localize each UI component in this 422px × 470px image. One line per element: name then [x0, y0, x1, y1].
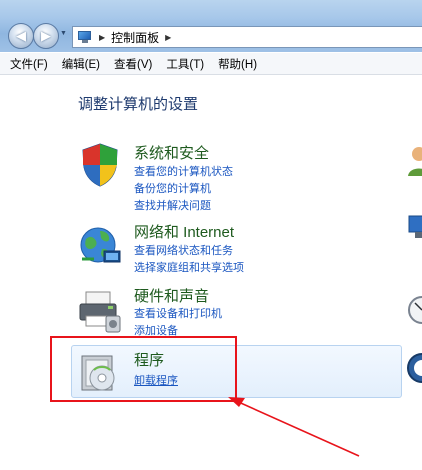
link-devices-printers[interactable]: 查看设备和打印机: [134, 305, 222, 321]
network-globe-icon[interactable]: [76, 221, 124, 269]
back-button[interactable]: ◀: [8, 23, 34, 49]
category-title-system-security[interactable]: 系统和安全: [134, 142, 209, 163]
menu-edit[interactable]: 编辑(E): [55, 56, 107, 72]
link-troubleshoot[interactable]: 查找并解决问题: [134, 197, 211, 213]
menu-file[interactable]: 文件(F): [0, 56, 55, 72]
back-arrow-icon: ◀: [16, 28, 26, 43]
ease-of-access-icon[interactable]: [405, 350, 422, 390]
menu-view[interactable]: 查看(V): [107, 56, 159, 72]
appearance-monitor-icon[interactable]: [405, 212, 422, 252]
annotation-highlight-rectangle: [50, 336, 237, 402]
page-heading: 调整计算机的设置: [78, 96, 199, 113]
breadcrumb-control-panel[interactable]: 控制面板: [111, 29, 159, 46]
menu-bar: 文件(F) 编辑(E) 查看(V) 工具(T) 帮助(H): [0, 53, 422, 75]
forward-button[interactable]: ▶: [33, 23, 59, 49]
breadcrumb-chevron-icon[interactable]: ▶: [165, 33, 171, 42]
category-title-hardware-sound[interactable]: 硬件和声音: [134, 285, 209, 306]
link-backup-computer[interactable]: 备份您的计算机: [134, 180, 211, 196]
link-homegroup-sharing[interactable]: 选择家庭组和共享选项: [134, 259, 244, 275]
link-view-computer-status[interactable]: 查看您的计算机状态: [134, 163, 233, 179]
recent-pages-dropdown-icon[interactable]: ▼: [60, 30, 68, 40]
user-accounts-icon[interactable]: [405, 142, 422, 182]
shield-icon[interactable]: [76, 141, 124, 189]
forward-arrow-icon: ▶: [41, 28, 51, 43]
printer-icon[interactable]: [76, 286, 124, 334]
link-network-status[interactable]: 查看网络状态和任务: [134, 242, 233, 258]
window-titlebar: ◀ ▶ ▼ ▶ 控制面板 ▶: [0, 0, 422, 52]
menu-help[interactable]: 帮助(H): [211, 56, 264, 72]
clock-region-icon[interactable]: [405, 288, 422, 328]
menu-tools[interactable]: 工具(T): [159, 56, 211, 72]
category-title-network-internet[interactable]: 网络和 Internet: [134, 221, 234, 242]
address-bar[interactable]: ▶ 控制面板 ▶: [72, 26, 422, 48]
breadcrumb-chevron-icon[interactable]: ▶: [99, 33, 105, 42]
control-panel-icon: [77, 30, 93, 44]
